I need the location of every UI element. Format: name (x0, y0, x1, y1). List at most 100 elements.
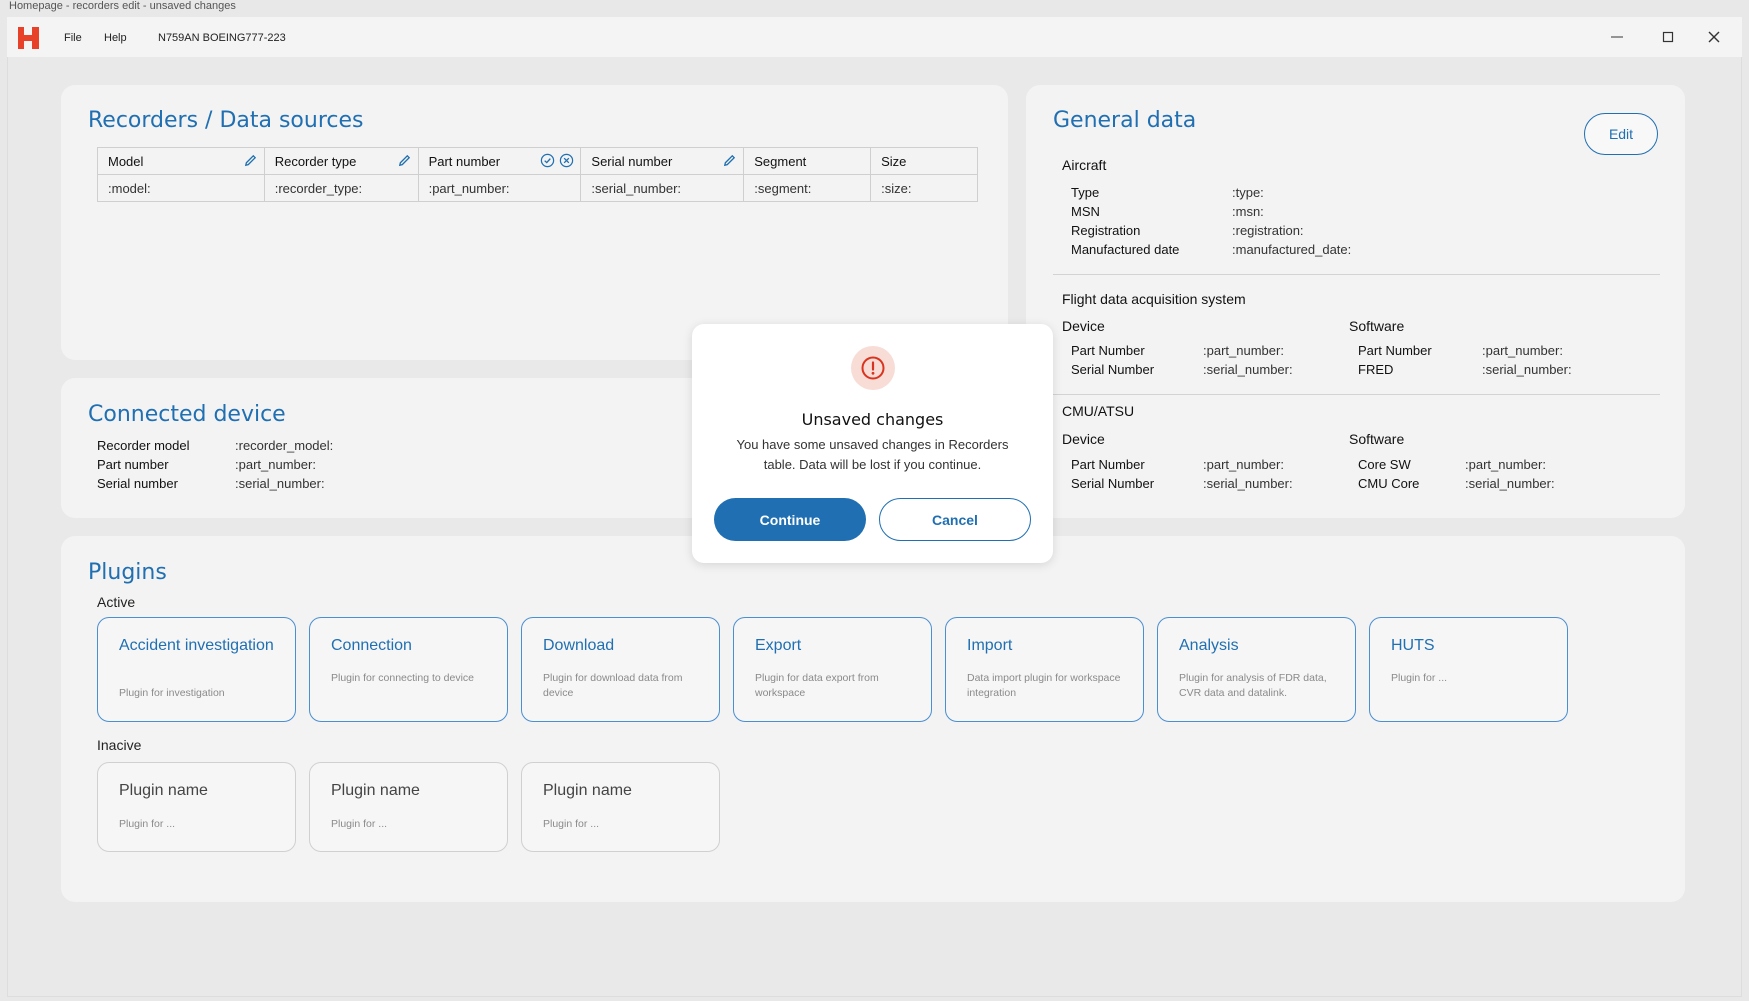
fdas-device-heading: Device (1062, 318, 1105, 334)
recorders-card: Recorders / Data sources Model Recorder … (61, 85, 1008, 360)
table-cell-segment[interactable]: :segment: (743, 174, 872, 202)
plugin-description: Plugin for download data from device (543, 672, 683, 699)
field-label: FRED (1358, 362, 1394, 377)
aircraft-identifier: N759AN BOEING777-223 (158, 32, 286, 44)
table-row[interactable]: :model: :recorder_type: :part_number: :s… (97, 174, 978, 202)
plugin-card-connection[interactable]: Connection Plugin for connecting to devi… (309, 617, 508, 722)
cmu-device-heading: Device (1062, 431, 1105, 447)
table-cell-model[interactable]: :model: (97, 174, 265, 202)
field-label: Part number (97, 457, 169, 472)
field-label: Serial number (97, 476, 178, 491)
continue-button[interactable]: Continue (714, 498, 866, 541)
plugin-description: Plugin for ... (119, 818, 176, 830)
table-header-row: Model Recorder type Part number Serial n… (97, 147, 978, 175)
plugin-description: Plugin for investigation (119, 687, 225, 699)
plugin-description: Plugin for ... (1391, 672, 1448, 684)
plugin-name: Connection (331, 637, 412, 654)
column-header-label: Segment (754, 153, 807, 169)
plugin-name: Export (755, 637, 802, 654)
table-cell-recorder-type[interactable]: :recorder_type: (263, 174, 419, 202)
field-value: :part_number: (1203, 457, 1284, 472)
plugin-card-download[interactable]: Download Plugin for download data from d… (521, 617, 720, 722)
cmu-software-fields: Core SW :part_number: CMU Core :serial_n… (1358, 457, 1618, 497)
connected-device-fields: Recorder model :recorder_model: Part num… (97, 438, 397, 498)
plugin-card-huts[interactable]: HUTS Plugin for ... (1369, 617, 1568, 722)
field-value: :serial_number: (1482, 362, 1572, 377)
field-label: Recorder model (97, 438, 190, 453)
column-header: Recorder type (263, 147, 419, 175)
close-icon[interactable] (1699, 25, 1729, 49)
plugin-card-analysis[interactable]: Analysis Plugin for analysis of FDR data… (1157, 617, 1356, 722)
pencil-icon[interactable] (243, 153, 258, 171)
pencil-icon[interactable] (397, 153, 412, 171)
field-value: :msn: (1232, 204, 1264, 219)
plugin-name: Plugin name (119, 782, 208, 799)
aircraft-fields: Type :type: MSN :msn: Registration :regi… (1071, 185, 1471, 265)
pencil-icon[interactable] (722, 153, 737, 171)
plugins-card: Plugins Active Accident investigation Pl… (61, 536, 1685, 902)
section-divider (1053, 274, 1660, 275)
recorders-title: Recorders / Data sources (88, 108, 364, 133)
plugin-name: Plugin name (543, 782, 632, 799)
window-caption: Homepage - recorders edit - unsaved chan… (9, 0, 236, 12)
section-divider (1053, 394, 1660, 395)
active-label: Active (97, 594, 136, 610)
unsaved-changes-dialog: Unsaved changes You have some unsaved ch… (692, 324, 1053, 563)
dialog-message: You have some unsaved changes in Recorde… (736, 437, 1009, 472)
column-header: Model (97, 147, 265, 175)
app-logo (17, 26, 41, 50)
plugin-card-import[interactable]: Import Data import plugin for workspace … (945, 617, 1144, 722)
fdas-heading: Flight data acquisition system (1062, 291, 1246, 307)
column-header-label: Part number (428, 153, 501, 169)
table-cell-serial-number[interactable]: :serial_number: (580, 174, 745, 202)
plugin-card-accident-investigation[interactable]: Accident investigation Plugin for invest… (97, 617, 296, 722)
field-value: :type: (1232, 185, 1264, 200)
menu-help[interactable]: Help (104, 32, 127, 44)
plugin-description: Plugin for analysis of FDR data, CVR dat… (1179, 672, 1327, 699)
check-circle-icon[interactable] (540, 153, 555, 171)
cancel-circle-icon[interactable] (559, 153, 574, 171)
plugin-card-export[interactable]: Export Plugin for data export from works… (733, 617, 932, 722)
field-value: :part_number: (1482, 343, 1563, 358)
fdas-software-heading: Software (1349, 318, 1405, 334)
aircraft-heading: Aircraft (1062, 157, 1107, 173)
plugin-description: Plugin for connecting to device (331, 672, 475, 684)
cmu-software-heading: Software (1349, 431, 1405, 447)
field-value: :serial_number: (1203, 362, 1293, 377)
fdas-software-fields: Part Number :part_number: FRED :serial_n… (1358, 343, 1618, 383)
field-label: MSN (1071, 204, 1100, 219)
cmu-device-fields: Part Number :part_number: Serial Number … (1071, 457, 1331, 497)
field-label: Part Number (1071, 343, 1145, 358)
plugin-description: Plugin for data export from workspace (755, 672, 879, 699)
connected-device-title: Connected device (88, 402, 286, 427)
menu-file[interactable]: File (64, 32, 82, 44)
table-cell-size[interactable]: :size: (870, 174, 978, 202)
plugin-description: Plugin for ... (331, 818, 388, 830)
column-header: Segment (743, 147, 872, 175)
field-value: :part_number: (1465, 457, 1546, 472)
minimize-icon[interactable] (1602, 25, 1632, 49)
field-label: Type (1071, 185, 1100, 200)
column-header-label: Recorder type (274, 153, 357, 169)
plugin-name: Import (967, 637, 1013, 654)
general-data-title: General data (1053, 108, 1197, 133)
plugin-card-inactive[interactable]: Plugin name Plugin for ... (521, 762, 720, 852)
edit-button[interactable]: Edit (1584, 113, 1658, 155)
plugins-title: Plugins (88, 560, 167, 585)
plugin-card-inactive[interactable]: Plugin name Plugin for ... (309, 762, 508, 852)
dialog-title: Unsaved changes (801, 410, 944, 429)
field-label: CMU Core (1358, 476, 1420, 491)
maximize-icon[interactable] (1653, 25, 1683, 49)
inactive-label: Inacive (97, 737, 142, 753)
plugin-description: Plugin for ... (543, 818, 600, 830)
plugin-card-inactive[interactable]: Plugin name Plugin for ... (97, 762, 296, 852)
field-label: Core SW (1358, 457, 1411, 472)
alert-circle-icon (851, 346, 895, 390)
field-value: :serial_number: (1203, 476, 1293, 491)
plugin-name: Plugin name (331, 782, 420, 799)
cmu-heading: CMU/ATSU (1062, 403, 1135, 419)
table-cell-part-number[interactable]: :part_number: (417, 174, 582, 202)
plugin-name: HUTS (1391, 637, 1435, 654)
cancel-button[interactable]: Cancel (879, 498, 1031, 541)
field-value: :serial_number: (1465, 476, 1555, 491)
